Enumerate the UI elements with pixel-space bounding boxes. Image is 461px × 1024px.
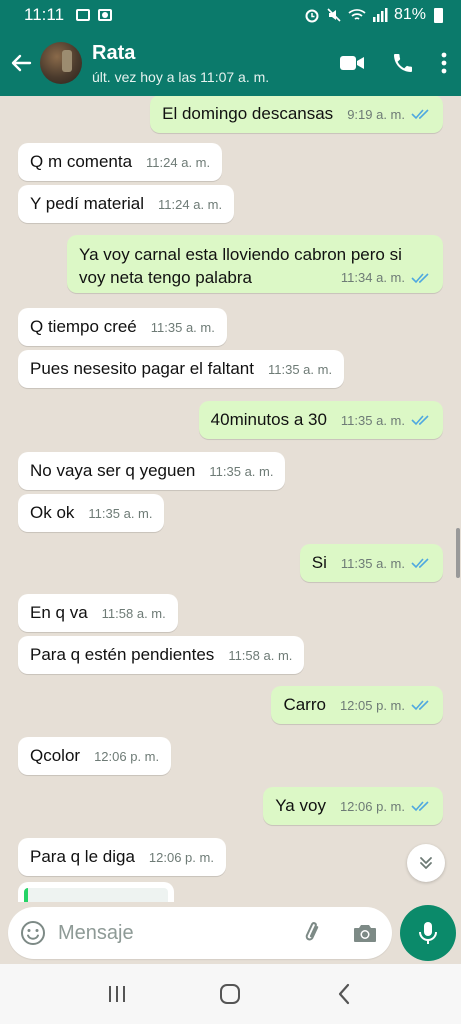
message-time: 11:35 a. m. [88, 505, 153, 521]
message-time: 11:58 a. m. [228, 647, 293, 663]
message-time: 12:05 p. m. [339, 697, 405, 713]
message-time: 11:34 a. m. [340, 270, 405, 285]
back-arrow-icon [11, 54, 32, 72]
status-time: 11:11 [24, 5, 65, 24]
emoji-icon[interactable] [20, 920, 46, 946]
message-time: 11:35 a. m. [150, 319, 215, 335]
message-incoming[interactable]: Pues nesesito pagar el faltant 11:35 a. … [18, 350, 345, 388]
mic-icon [419, 922, 437, 944]
message-text: Carro [283, 694, 326, 714]
battery-percent: 81% [393, 6, 426, 23]
system-nav-bar [0, 964, 461, 1024]
read-ticks-icon [411, 558, 429, 569]
message-time: 11:35 a. m. [340, 555, 405, 571]
message-text: Para q estén pendientes [30, 644, 215, 664]
message-outgoing[interactable]: Ya voy 12:06 p. m. [263, 787, 443, 825]
partial-message-incoming[interactable] [18, 882, 174, 902]
message-incoming[interactable]: Para q le diga 12:06 p. m. [18, 838, 226, 876]
contact-avatar[interactable] [40, 42, 82, 84]
message-incoming[interactable]: Para q estén pendientes 11:58 a. m. [18, 636, 305, 674]
read-ticks-icon [411, 272, 429, 283]
header-actions [339, 51, 461, 75]
composer: Mensaje [0, 902, 461, 964]
message-text: Si [311, 552, 327, 572]
message-incoming[interactable]: No vaya ser q yeguen 11:35 a. m. [18, 452, 286, 490]
message-time: 11:24 a. m. [146, 154, 211, 170]
message-text: Ok ok [30, 502, 75, 522]
read-ticks-icon [411, 415, 429, 426]
message-outgoing[interactable]: El domingo descansas 9:19 a. m. [150, 96, 443, 133]
message-text: En q va [30, 602, 88, 622]
message-outgoing[interactable]: Carro 12:05 p. m. [271, 686, 443, 724]
message-outgoing[interactable]: Ya voy carnal esta lloviendo cabron pero… [67, 235, 443, 293]
message-text: Qcolor [30, 745, 81, 765]
home-icon [220, 984, 241, 1004]
message-time: 11:35 a. m. [340, 412, 405, 428]
read-ticks-icon [411, 700, 429, 711]
message-text: Q m comenta [30, 151, 133, 171]
home-button[interactable] [210, 974, 250, 1014]
read-ticks-icon [411, 801, 429, 812]
voice-message-button[interactable] [400, 905, 456, 961]
contact-name: Rata [92, 41, 136, 64]
message-text: Y pedí material [30, 193, 145, 213]
chat-header: Rata últ. vez hoy a las 11:07 a. m. [0, 30, 461, 96]
wifi-icon [348, 9, 366, 20]
message-incoming[interactable]: Y pedí material 11:24 a. m. [18, 185, 235, 223]
message-time: 12:06 p. m. [339, 798, 405, 814]
phone-icon[interactable] [391, 51, 415, 75]
message-time: 12:06 p. m. [94, 748, 160, 764]
message-incoming[interactable]: Q tiempo creé 11:35 a. m. [18, 308, 227, 346]
message-outgoing[interactable]: 40minutos a 30 11:35 a. m. [198, 401, 443, 439]
camera-icon[interactable] [352, 922, 378, 944]
message-text: El domingo descansas [162, 103, 334, 123]
chat-messages[interactable]: El domingo descansas 9:19 a. m. Q m come… [0, 96, 461, 902]
attach-icon[interactable] [300, 920, 326, 946]
message-time: 11:24 a. m. [158, 196, 223, 212]
message-incoming[interactable]: Q m comenta 11:24 a. m. [18, 143, 223, 181]
back-nav-button[interactable] [324, 974, 364, 1014]
scroll-to-bottom-button[interactable] [407, 844, 445, 882]
message-outgoing[interactable]: Si 11:35 a. m. [299, 544, 443, 582]
mute-icon [327, 8, 341, 22]
message-text: Pues nesesito pagar el faltant [30, 358, 254, 378]
message-input-box[interactable]: Mensaje [8, 907, 392, 959]
scrollbar-thumb[interactable] [456, 528, 460, 578]
message-text: Q tiempo creé [30, 316, 137, 336]
gallery-notification-icon [76, 9, 91, 21]
status-right: 81% [304, 6, 443, 24]
signal-icon [372, 8, 388, 22]
message-text: 40minutos a 30 [210, 409, 327, 429]
message-time: 11:35 a. m. [209, 463, 274, 479]
message-time: 9:19 a. m. [347, 106, 405, 122]
recent-apps-icon [108, 986, 125, 1002]
notification-icons [76, 9, 113, 21]
last-seen: últ. vez hoy a las 11:07 a. m. [92, 68, 270, 85]
message-text: No vaya ser q yeguen [30, 460, 196, 480]
recent-apps-button[interactable] [97, 974, 137, 1014]
message-incoming[interactable]: Ok ok 11:35 a. m. [18, 494, 165, 532]
app-notification-icon [98, 9, 113, 21]
message-text: Ya voy [275, 795, 326, 815]
quoted-reply-preview [24, 888, 168, 902]
message-input[interactable]: Mensaje [58, 922, 300, 945]
back-button[interactable] [2, 52, 40, 74]
contact-info[interactable]: Rata últ. vez hoy a las 11:07 a. m. [92, 42, 269, 85]
read-ticks-icon [411, 109, 429, 120]
alarm-icon [305, 9, 319, 23]
video-call-icon[interactable] [339, 53, 365, 73]
status-bar: 11:11 81% [0, 0, 461, 30]
message-incoming[interactable]: En q va 11:58 a. m. [18, 594, 178, 632]
battery-icon [434, 7, 443, 23]
more-options-icon[interactable] [441, 52, 447, 74]
message-text: Para q le diga [30, 846, 135, 866]
message-time: 11:58 a. m. [101, 605, 166, 621]
message-incoming[interactable]: Qcolor 12:06 p. m. [18, 737, 172, 775]
message-time: 12:06 p. m. [148, 849, 214, 865]
chevron-double-down-icon [420, 857, 432, 869]
message-time: 11:35 a. m. [267, 361, 333, 377]
back-icon [339, 983, 350, 1005]
